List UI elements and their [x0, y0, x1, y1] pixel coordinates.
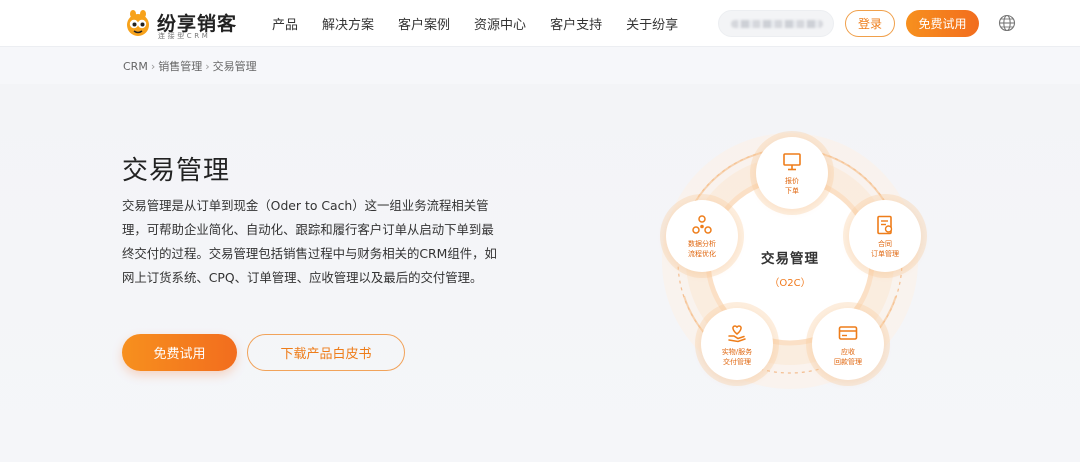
node-quote-order[interactable]: 报价 下单 — [756, 137, 828, 209]
breadcrumb: CRM › 销售管理 › 交易管理 — [123, 58, 257, 74]
node-label-line2: 回款管理 — [834, 357, 862, 366]
node-label-line1: 应收 — [841, 347, 855, 356]
node-data-analysis[interactable]: 数据分析 流程优化 — [666, 200, 738, 272]
o2c-diagram: 交易管理 （O2C） 报价 下单 合同 订单管理 应收 回款管理 实物/服务 交… — [640, 116, 940, 406]
data-network-icon — [692, 214, 712, 234]
nav-item-resources[interactable]: 资源中心 — [474, 14, 526, 33]
nav-item-support[interactable]: 客户支持 — [550, 14, 602, 33]
download-whitepaper-button[interactable]: 下载产品白皮书 — [247, 334, 405, 371]
brand-tagline: 连接型CRM — [158, 32, 211, 40]
node-label-line1: 实物/服务 — [721, 347, 753, 356]
blurred-content — [731, 20, 823, 28]
node-label-line2: 交付管理 — [723, 357, 751, 366]
nav-item-cases[interactable]: 客户案例 — [398, 14, 450, 33]
main-nav: 产品 解决方案 客户案例 资源中心 客户支持 关于纷享 — [272, 0, 702, 47]
bee-logo-icon — [127, 10, 149, 36]
page-title: 交易管理 — [122, 156, 231, 186]
node-receivables[interactable]: 应收 回款管理 — [812, 308, 884, 380]
node-label-line1: 数据分析 — [688, 239, 716, 248]
nav-item-products[interactable]: 产品 — [272, 14, 298, 33]
blurred-search-field[interactable] — [718, 10, 834, 37]
globe-icon[interactable] — [998, 14, 1016, 32]
payment-card-icon — [838, 325, 858, 340]
free-trial-button[interactable]: 免费试用 — [122, 334, 237, 371]
chevron-right-icon: › — [150, 59, 156, 73]
nav-item-solutions[interactable]: 解决方案 — [322, 14, 374, 33]
login-button[interactable]: 登录 — [845, 10, 895, 37]
top-header: 纷享销客 连接型CRM 产品 解决方案 客户案例 资源中心 客户支持 关于纷享 … — [0, 0, 1080, 47]
node-label-line2: 下单 — [785, 186, 799, 195]
heart-hand-icon — [728, 324, 746, 342]
breadcrumb-current: 交易管理 — [212, 60, 257, 73]
hero-description: 交易管理是从订单到现金（Oder to Cach）这一组业务流程相关管理，可帮助… — [122, 198, 497, 285]
node-label-line1: 合同 — [878, 239, 892, 248]
monitor-icon — [783, 152, 801, 170]
node-label-line2: 订单管理 — [871, 249, 899, 258]
node-label-line2: 流程优化 — [688, 249, 716, 258]
node-delivery[interactable]: 实物/服务 交付管理 — [701, 308, 773, 380]
brand-logo[interactable]: 纷享销客 连接型CRM — [124, 8, 244, 40]
node-contract-order[interactable]: 合同 订单管理 — [849, 200, 921, 272]
contract-icon — [877, 215, 893, 234]
header-free-trial-button[interactable]: 免费试用 — [906, 10, 979, 37]
node-label-line1: 报价 — [785, 176, 799, 185]
breadcrumb-crm[interactable]: CRM — [123, 60, 148, 73]
nav-item-about[interactable]: 关于纷享 — [626, 14, 678, 33]
breadcrumb-sales-management[interactable]: 销售管理 — [158, 58, 202, 74]
diagram-center-subtitle: （O2C） — [769, 278, 811, 289]
chevron-right-icon: › — [205, 59, 210, 73]
